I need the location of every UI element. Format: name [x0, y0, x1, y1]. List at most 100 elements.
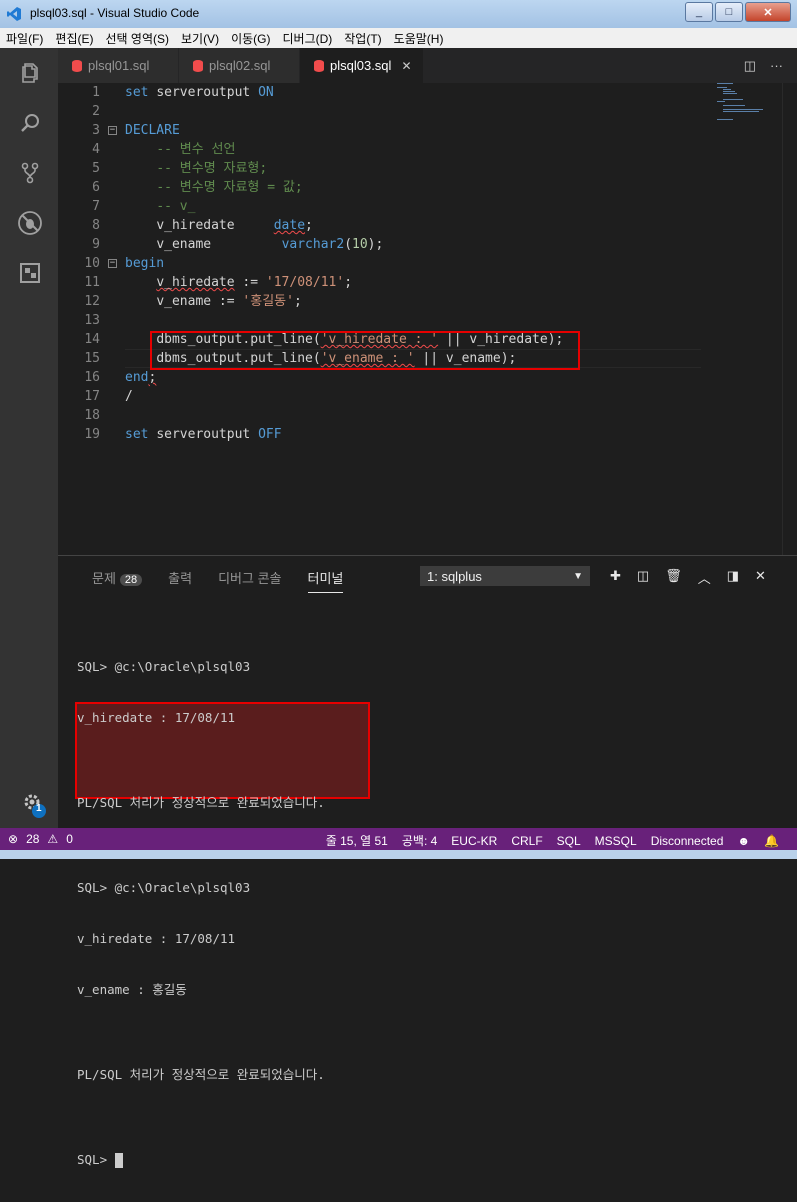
new-terminal-icon[interactable]: ✚ — [610, 568, 621, 587]
tab-debug-console[interactable]: 디버그 콘솔 — [218, 568, 281, 593]
maximize-button[interactable]: □ — [715, 2, 743, 22]
terminal-line: SQL> @c:\Oracle\plsql03 — [77, 659, 251, 674]
notifications-bell-icon[interactable]: 🔔 — [764, 834, 779, 848]
terminal-line: SQL> @c:\Oracle\plsql03 — [77, 880, 251, 895]
minimize-button[interactable]: _ — [685, 2, 713, 22]
menu-selection[interactable]: 선택 영역(S) — [99, 30, 175, 47]
code-line: 8 v_hiredate date; — [58, 216, 718, 235]
editor-tabs: plsql01.sql plsql02.sql plsql03.sql ✕ ◫ … — [58, 48, 797, 83]
problems-count-badge: 28 — [119, 574, 143, 586]
tab-plsql02[interactable]: plsql02.sql — [179, 48, 300, 83]
more-actions-icon[interactable]: ··· — [770, 58, 783, 74]
line-ending[interactable]: CRLF — [511, 834, 542, 848]
settings-gear-icon[interactable]: 1 — [20, 790, 48, 820]
connection-status[interactable]: Disconnected — [651, 834, 724, 848]
minimap[interactable] — [713, 83, 783, 143]
code-line: 7 -- v_ — [58, 197, 718, 216]
source-control-icon[interactable] — [17, 160, 43, 186]
line-number: 13 — [84, 313, 100, 328]
line-number: 16 — [84, 370, 100, 385]
line-number: 4 — [92, 142, 100, 157]
line-number: 12 — [84, 294, 100, 309]
cursor-position[interactable]: 줄 15, 열 51 — [326, 832, 388, 849]
search-icon[interactable] — [17, 110, 43, 136]
fold-icon[interactable]: − — [108, 259, 117, 268]
encoding[interactable]: EUC-KR — [451, 834, 497, 848]
split-terminal-icon[interactable]: ◫ — [637, 568, 649, 587]
line-number: 17 — [84, 389, 100, 404]
sql-dialect[interactable]: MSSQL — [595, 834, 637, 848]
terminal-prompt-line[interactable]: SQL> — [77, 1151, 325, 1168]
close-tab-icon[interactable]: ✕ — [401, 59, 411, 73]
terminal-select[interactable]: 1: sqlplus ▼ — [420, 566, 590, 586]
line-number: 7 — [92, 199, 100, 214]
tab-plsql03[interactable]: plsql03.sql ✕ — [300, 48, 424, 83]
terminal-output[interactable]: SQL> @c:\Oracle\plsql03 v_hiredate : 17/… — [77, 624, 325, 1202]
error-icon[interactable]: ⊗ — [8, 832, 18, 846]
split-editor-icon[interactable]: ◫ — [744, 58, 756, 74]
menu-file[interactable]: 파일(F) — [0, 30, 49, 47]
code-line: 5 -- 변수명 자료형; — [58, 159, 718, 178]
tab-label: plsql03.sql — [330, 58, 392, 73]
code-editor[interactable]: 1 set serveroutput ON 2 3− DECLARE 4 -- 변수… — [58, 83, 797, 555]
close-panel-icon[interactable]: ✕ — [755, 568, 766, 587]
code-line: 6 -- 변수명 자료형 = 값; — [58, 178, 718, 197]
line-number: 3 — [92, 123, 100, 138]
terminal-line: v_ename : 홍길동 — [77, 982, 187, 997]
activity-bar — [0, 48, 58, 828]
menu-tasks[interactable]: 작업(T) — [338, 30, 387, 47]
tab-plsql01[interactable]: plsql01.sql — [58, 48, 179, 83]
indentation[interactable]: 공백: 4 — [402, 832, 437, 849]
terminal-cursor — [114, 1153, 123, 1168]
line-number: 18 — [84, 408, 100, 423]
feedback-smiley-icon[interactable]: ☻ — [737, 834, 750, 848]
debug-icon[interactable] — [17, 210, 43, 236]
code-line: 11 v_hiredate := '17/08/11'; — [58, 273, 718, 292]
tab-label: plsql01.sql — [88, 58, 150, 73]
line-number: 1 — [92, 85, 100, 100]
line-number: 6 — [92, 180, 100, 195]
tab-output[interactable]: 출력 — [168, 568, 192, 593]
error-count[interactable]: 28 — [26, 832, 39, 846]
explorer-icon[interactable] — [17, 60, 43, 86]
kill-terminal-icon[interactable]: 🗑 — [665, 568, 682, 587]
menu-help[interactable]: 도움말(H) — [388, 30, 450, 47]
tab-terminal[interactable]: 터미널 — [307, 568, 344, 593]
database-icon — [193, 59, 203, 72]
tab-problems[interactable]: 문제 28 — [92, 568, 143, 593]
line-number: 2 — [92, 104, 100, 119]
database-icon — [314, 59, 324, 72]
database-icon — [72, 59, 82, 72]
line-number: 11 — [84, 275, 100, 290]
close-window-button[interactable]: ✕ — [745, 2, 791, 22]
status-bar: ⊗ 28 ⚠ 0 줄 15, 열 51 공백: 4 EUC-KR CRLF SQ… — [0, 828, 797, 850]
code-line: 3− DECLARE — [58, 121, 718, 140]
maximize-panel-icon[interactable]: ︿ — [698, 568, 711, 587]
code-line: 18 — [58, 406, 718, 425]
line-number: 9 — [92, 237, 100, 252]
settings-badge: 1 — [36, 803, 42, 814]
terminal-line: PL/SQL 처리가 정상적으로 완료되었습니다. — [77, 795, 325, 810]
line-number: 10 — [84, 256, 100, 271]
editor-scrollbar[interactable] — [782, 83, 797, 555]
terminal-line: PL/SQL 처리가 정상적으로 완료되었습니다. — [77, 1067, 325, 1082]
toggle-panel-icon[interactable]: ◨ — [727, 568, 739, 587]
code-line: 17/ — [58, 387, 718, 406]
language-mode[interactable]: SQL — [557, 834, 581, 848]
menu-debug[interactable]: 디버그(D) — [276, 30, 338, 47]
menu-edit[interactable]: 편집(E) — [49, 30, 99, 47]
fold-icon[interactable]: − — [108, 126, 117, 135]
terminal-line: v_hiredate : 17/08/11 — [77, 931, 236, 946]
tab-label: plsql02.sql — [209, 58, 271, 73]
menu-view[interactable]: 보기(V) — [175, 30, 225, 47]
warning-count[interactable]: 0 — [66, 832, 73, 846]
menu-bar: 파일(F) 편집(E) 선택 영역(S) 보기(V) 이동(G) 디버그(D) … — [0, 28, 797, 49]
extensions-icon[interactable] — [17, 260, 43, 286]
code-line: 12 v_ename := '홍길동'; — [58, 292, 718, 311]
menu-go[interactable]: 이동(G) — [225, 30, 276, 47]
code-line: 1 set serveroutput ON — [58, 83, 718, 102]
chevron-down-icon: ▼ — [573, 571, 583, 582]
line-number: 14 — [84, 332, 100, 347]
line-number: 5 — [92, 161, 100, 176]
warning-icon[interactable]: ⚠ — [47, 832, 58, 846]
